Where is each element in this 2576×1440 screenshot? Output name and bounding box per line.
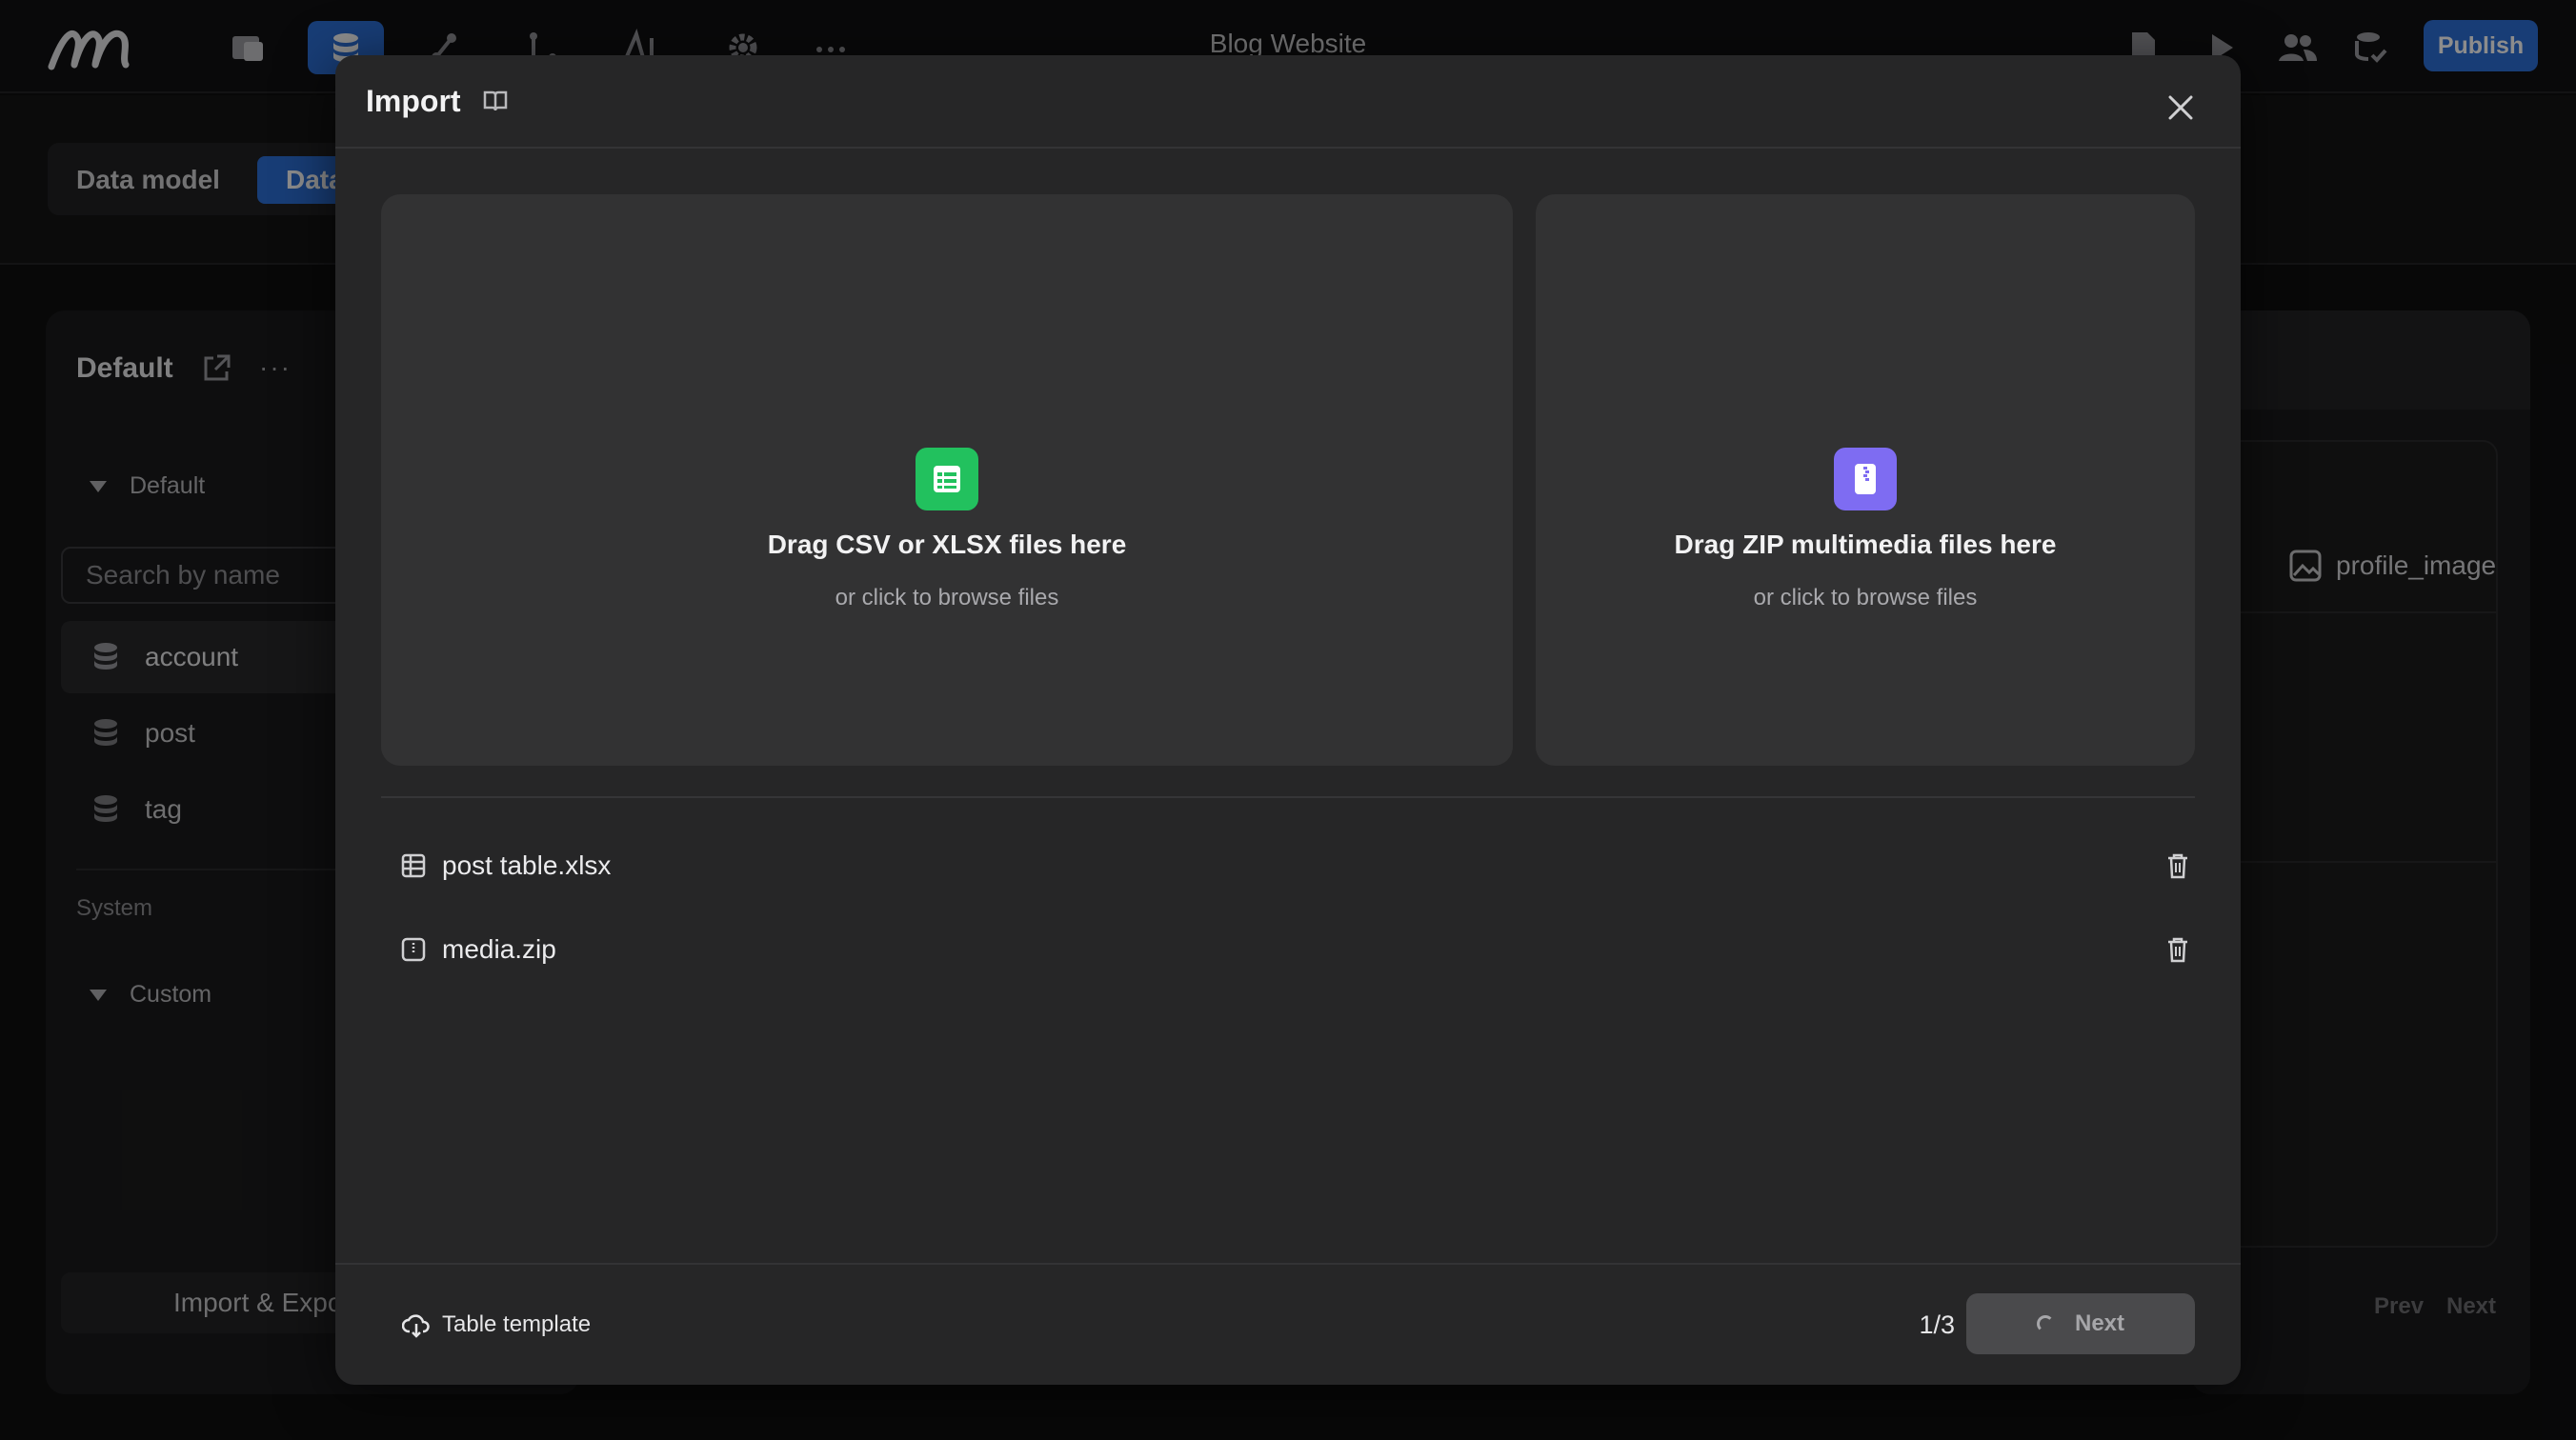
dropzone-title: Drag ZIP multimedia files here — [1674, 530, 2057, 559]
close-icon[interactable] — [2166, 93, 2195, 122]
dialog-title: Import — [366, 84, 461, 118]
docs-book-icon[interactable] — [482, 88, 509, 114]
import-dialog: Import Drag CSV or XLSX files here or cl… — [335, 55, 2241, 1385]
dropzone-title: Drag CSV or XLSX files here — [767, 530, 1127, 559]
trash-icon[interactable] — [2164, 935, 2191, 964]
dialog-footer — [335, 1263, 2241, 1385]
zip-file-icon — [1834, 448, 1897, 510]
cloud-download-icon — [402, 1314, 430, 1338]
file-name: media.zip — [442, 934, 556, 964]
zip-file-icon — [400, 936, 427, 963]
divider — [381, 796, 2195, 798]
dropzone-subtitle: or click to browse files — [835, 585, 1059, 610]
file-name: post table.xlsx — [442, 850, 612, 880]
table-file-icon — [400, 852, 427, 879]
spreadsheet-dropzone[interactable]: Drag CSV or XLSX files here or click to … — [381, 194, 1513, 766]
step-indicator: 1/3 — [1919, 1310, 1955, 1339]
table-template-label: Table template — [442, 1311, 592, 1337]
file-list-item: media.zip — [381, 916, 2195, 983]
next-button[interactable]: Next — [1966, 1293, 2195, 1354]
loading-spinner-icon — [2036, 1315, 2054, 1332]
file-list-item: post table.xlsx — [381, 832, 2195, 899]
next-button-label: Next — [2074, 1310, 2125, 1336]
dropzone-subtitle: or click to browse files — [1753, 585, 1978, 610]
zip-dropzone[interactable]: Drag ZIP multimedia files here or click … — [1536, 194, 2195, 766]
table-template-button[interactable]: Table template — [402, 1310, 591, 1339]
dialog-header: Import — [335, 55, 2241, 149]
spreadsheet-icon — [916, 448, 978, 510]
trash-icon[interactable] — [2164, 851, 2191, 880]
